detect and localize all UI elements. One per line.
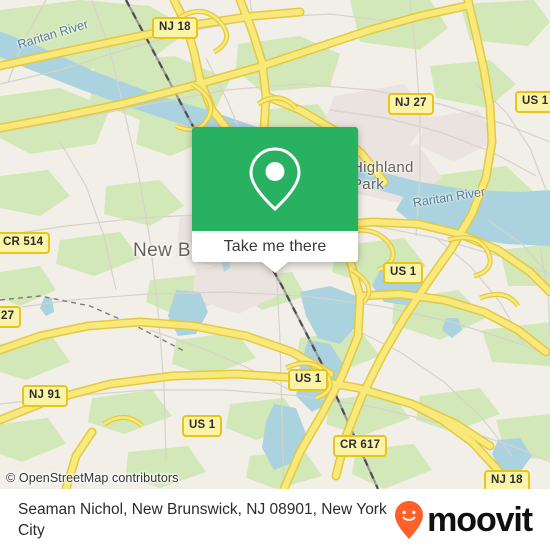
popup-icon-area: [192, 127, 358, 231]
moovit-brand[interactable]: moovit: [394, 500, 533, 540]
moovit-map-screen: New Brunswick Highland Park Raritan Rive…: [0, 0, 550, 550]
map-pin-icon: [249, 147, 301, 212]
moovit-wordmark: moovit: [427, 500, 533, 539]
footer-bar: Seaman Nichol, New Brunswick, NJ 08901, …: [0, 489, 550, 550]
road-shield: NJ 27: [388, 93, 434, 115]
take-me-there-label: Take me there: [223, 237, 327, 255]
road-shield: US 1: [515, 91, 550, 113]
road-shield: US 1: [182, 415, 223, 437]
road-shield: CR 514: [0, 232, 51, 254]
road-shield: US 1: [288, 369, 329, 391]
road-shield: NJ 91: [22, 385, 68, 407]
location-title: Seaman Nichol, New Brunswick, NJ 08901, …: [18, 500, 387, 539]
osm-attribution[interactable]: © OpenStreetMap contributors: [6, 471, 179, 485]
road-shield: NJ 18: [484, 470, 530, 489]
moovit-pin-smiley-icon: [395, 500, 424, 539]
map-viewport[interactable]: New Brunswick Highland Park Raritan Rive…: [0, 0, 550, 489]
map-place-label: Highland: [352, 159, 414, 176]
road-shield: CR 617: [333, 435, 388, 457]
popup-pointer: [262, 262, 288, 273]
take-me-there-button[interactable]: Take me there: [192, 231, 358, 262]
road-shield: 27: [0, 306, 22, 328]
destination-popup-card[interactable]: Take me there: [192, 127, 358, 273]
road-shield: US 1: [383, 262, 424, 284]
road-shield: NJ 18: [152, 17, 198, 39]
